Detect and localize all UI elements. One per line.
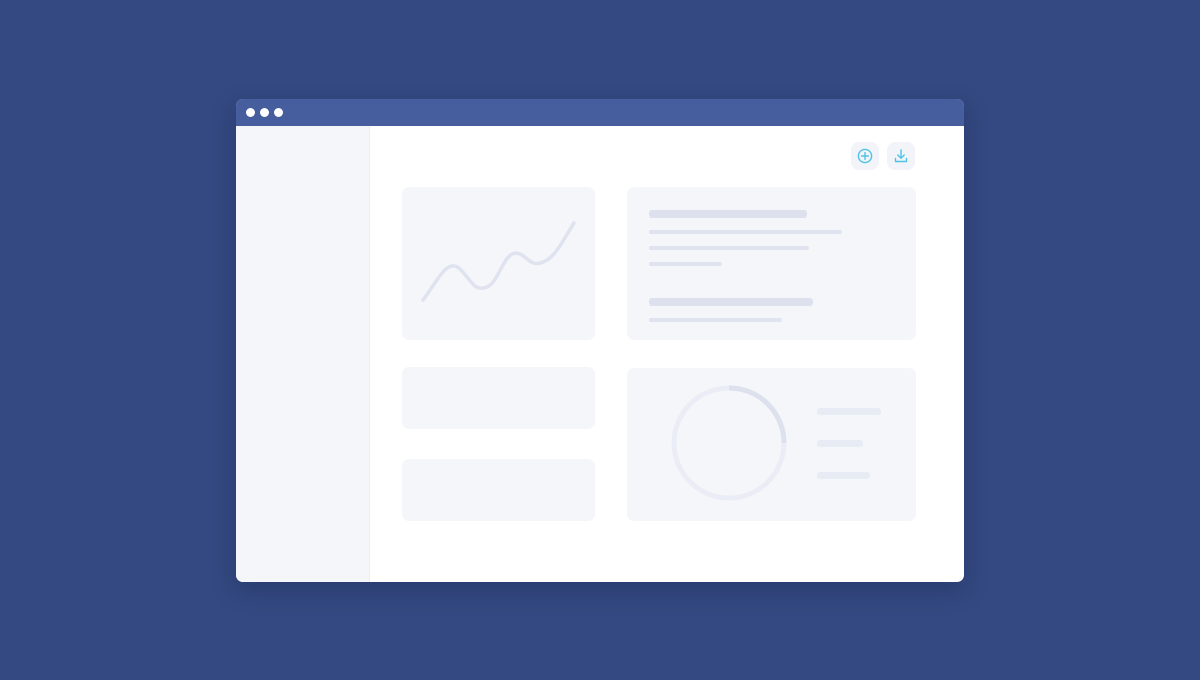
text-line-placeholder (649, 230, 842, 234)
heading-placeholder (649, 298, 813, 306)
trend-line-graphic (421, 221, 576, 302)
download-button[interactable] (887, 142, 915, 170)
browser-window (236, 99, 964, 582)
window-titlebar (236, 99, 964, 126)
add-button[interactable] (851, 142, 879, 170)
plus-circle-icon (857, 148, 873, 164)
window-control-dot[interactable] (260, 108, 269, 117)
donut-chart-card (627, 368, 916, 521)
empty-card (402, 367, 595, 429)
legend-placeholder (817, 472, 870, 479)
window-control-dot[interactable] (246, 108, 255, 117)
text-placeholder-card (627, 187, 916, 340)
download-icon (894, 149, 908, 163)
heading-placeholder (649, 210, 807, 218)
text-line-placeholder (649, 318, 782, 322)
empty-card (402, 459, 595, 521)
line-chart-card (402, 187, 595, 340)
sidebar (236, 126, 370, 582)
trend-line (421, 221, 576, 302)
window-control-dot[interactable] (274, 108, 283, 117)
donut-graphic (671, 385, 787, 501)
text-line-placeholder (649, 246, 809, 250)
text-line-placeholder (649, 262, 722, 266)
legend-placeholder (817, 440, 863, 447)
legend-placeholder (817, 408, 881, 415)
